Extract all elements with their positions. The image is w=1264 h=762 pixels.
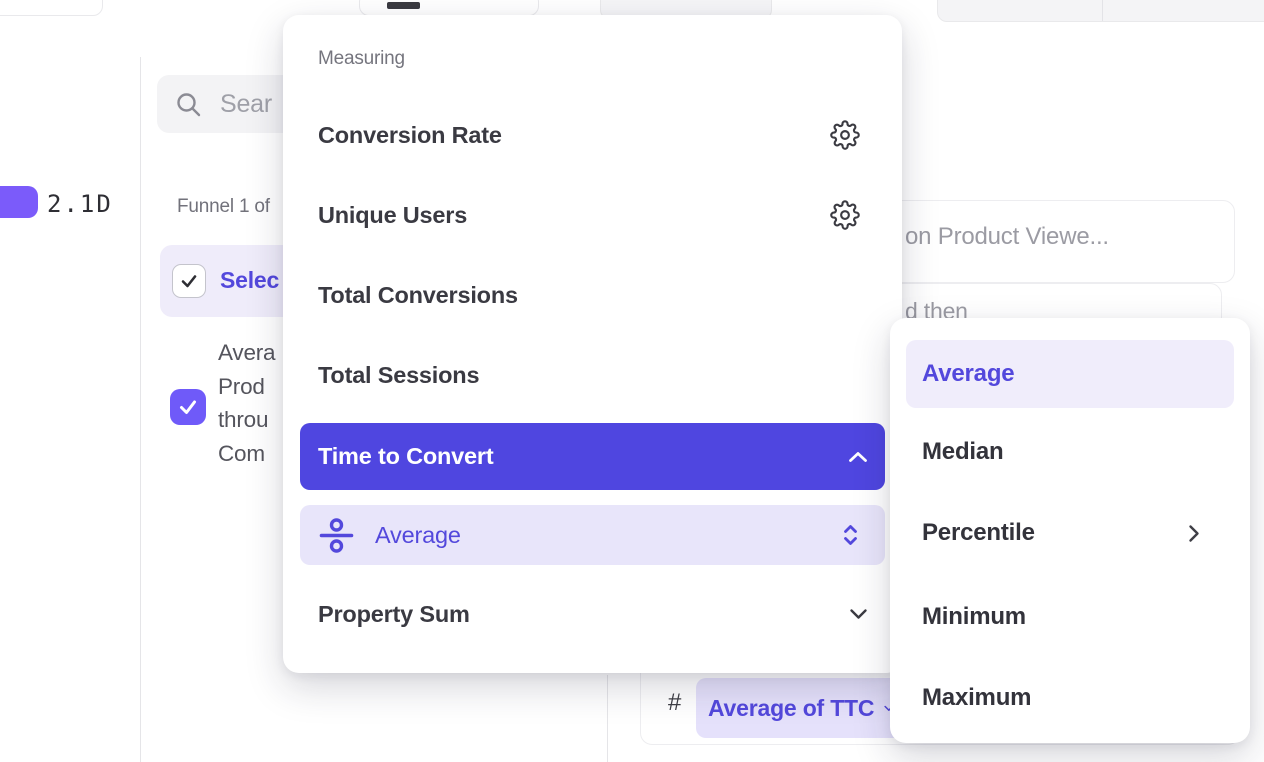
menu-item-conversion-rate[interactable]: Conversion Rate [300,107,885,163]
chevron-down-icon [849,608,868,620]
select-all-row[interactable]: Selec [160,245,283,317]
chart-icon [387,2,420,9]
step-duration-badge [0,186,38,218]
top-left-card-fragment [0,0,103,16]
funnel-step-checkbox[interactable] [170,389,206,425]
chevron-right-icon [1188,524,1200,543]
measuring-header: Measuring [318,48,405,70]
checkmark-icon [177,396,199,418]
column-divider [607,675,608,762]
chevron-up-icon [848,451,868,463]
menu-item-property-sum[interactable]: Property Sum [300,586,885,642]
agg-item-percentile[interactable]: Percentile [906,505,1234,561]
average-icon [318,517,355,554]
segment-divider [1102,0,1103,21]
menu-subitem-average[interactable]: Average [300,505,885,565]
metric-pill-button[interactable]: Average of TTC [696,678,906,738]
measuring-dropdown: Measuring Conversion Rate Unique Users T… [283,15,902,673]
description-line: Com [218,437,284,471]
funnel-builder-screen: Sear Funnel 1 of 2.1D Selec Avera Prod t… [0,0,1264,762]
aggregation-dropdown: Average Median Percentile Minimum Maximu… [890,318,1250,743]
checkmark-icon [179,271,199,291]
agg-item-minimum[interactable]: Minimum [906,589,1234,645]
search-icon [175,91,202,118]
menu-item-unique-users[interactable]: Unique Users [300,187,885,243]
event-name[interactable]: on Product Viewe... [905,223,1109,251]
agg-item-average[interactable]: Average [906,340,1234,408]
funnel-header: Funnel 1 of [177,196,283,222]
top-toolbar-button-fragment[interactable] [359,0,539,16]
description-line: throu [218,403,284,437]
menu-item-total-sessions[interactable]: Total Sessions [300,347,885,403]
menu-item-time-to-convert[interactable]: Time to Convert [300,423,885,490]
sidebar-divider [140,57,141,762]
search-placeholder: Sear [220,90,272,119]
funnel-step-description: Avera Prod throu Com [218,336,284,476]
top-segmented-control-fragment[interactable] [937,0,1264,22]
agg-item-median[interactable]: Median [906,424,1234,480]
metric-pill-label: Average of TTC [708,695,874,722]
step-duration-label: 2.1D [47,190,113,218]
menu-item-total-conversions[interactable]: Total Conversions [300,267,885,323]
description-line: Avera [218,336,284,370]
select-all-label: Selec [220,267,279,294]
description-line: Prod [218,370,284,404]
chevron-up-down-icon[interactable] [842,523,859,547]
gear-icon[interactable] [830,120,860,150]
select-all-checkbox[interactable] [172,264,206,298]
agg-item-maximum[interactable]: Maximum [906,670,1234,726]
number-type-icon: # [668,689,681,717]
gear-icon[interactable] [830,200,860,230]
